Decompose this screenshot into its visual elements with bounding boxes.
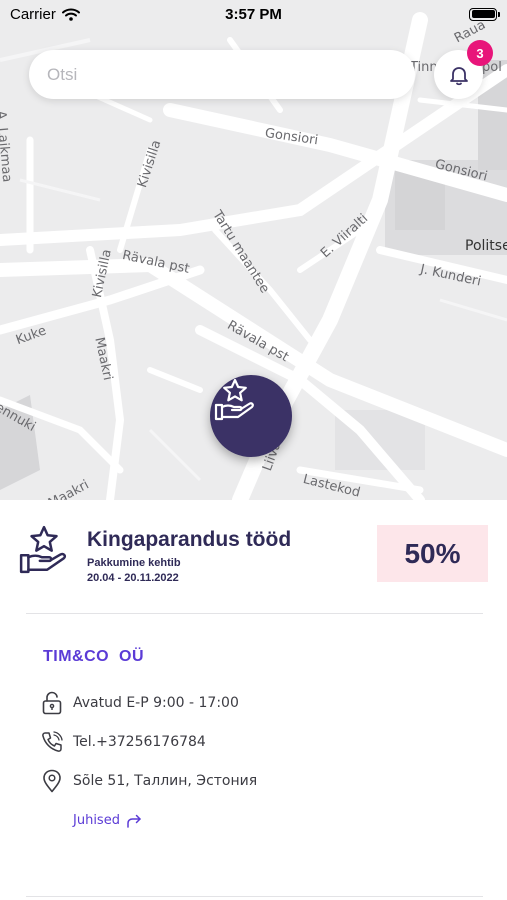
directions-label[interactable]: Juhised [73,813,120,828]
divider [26,613,483,614]
carrier-label: Carrier [10,5,56,23]
phone-number[interactable]: Tel.+37256176784 [73,734,206,750]
deal-subtitle: Pakkumine kehtib [87,557,181,569]
screen: Raua Tinn pol Gonsiori Gonsiori A. Laikm… [0,0,507,900]
divider [26,896,483,897]
status-left: Carrier [10,6,80,23]
deal-row[interactable]: Kingaparandus tööd Pakkumine kehtib 20.0… [0,500,507,612]
hours-row: Avatud E-P 9:00 - 17:00 [40,690,239,716]
phone-row[interactable]: Tel.+37256176784 [40,729,206,755]
location-pin-icon [40,768,64,794]
search-bar[interactable] [29,50,415,99]
address-row: Sõle 51, Таллин, Эстония [40,768,257,794]
discount-badge: 50% [377,525,488,582]
detail-card: Kingaparandus tööd Pakkumine kehtib 20.0… [0,500,507,900]
opening-hours: Avatud E-P 9:00 - 17:00 [73,695,239,711]
turn-right-arrow-icon [127,814,141,828]
lock-icon [40,690,64,716]
bell-icon [449,66,468,85]
directions-link[interactable]: Juhised [73,813,142,828]
map-pin[interactable] [210,375,292,457]
star-hand-icon [19,525,67,574]
street-label: Politse [465,238,507,254]
status-bar: Carrier 3:57 PM [0,0,507,28]
deal-dates: 20.04 - 20.11.2022 [87,572,179,584]
battery-icon [469,7,500,21]
wifi-icon [61,8,80,21]
search-input[interactable] [47,64,415,85]
notification-badge: 3 [467,40,493,66]
deal-title: Kingaparandus tööd [87,528,292,551]
star-hand-icon [214,378,254,421]
company-name: TIM&CO OÜ [43,648,144,665]
address: Sõle 51, Таллин, Эстония [73,773,258,789]
phone-icon [40,729,64,755]
